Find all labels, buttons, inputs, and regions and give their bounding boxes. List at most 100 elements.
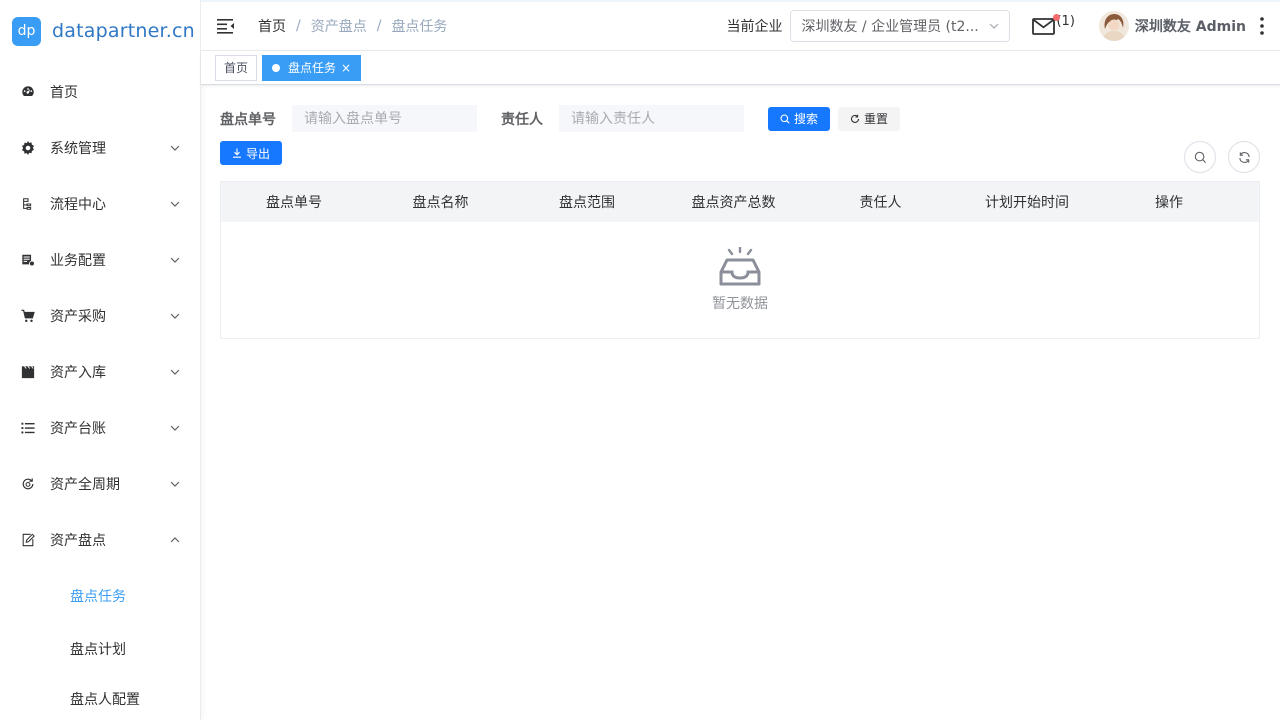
- right-toolbar: [1172, 141, 1260, 173]
- sidebar-subitem-inventory-staff[interactable]: 盘点人配置: [0, 674, 200, 720]
- breadcrumb-inventory: 资产盘点: [310, 19, 367, 35]
- tag-home[interactable]: 首页: [215, 54, 258, 81]
- more-menu-button[interactable]: [1254, 17, 1270, 35]
- download-icon: [233, 148, 241, 158]
- sidebar-item-system[interactable]: 系统管理: [0, 120, 200, 176]
- sidebar-item-purchase[interactable]: 资产采购: [0, 288, 200, 344]
- chevron-down-icon: [170, 201, 180, 207]
- collapse-menu-icon[interactable]: [217, 18, 235, 34]
- main-content: 盘点单号 责任人 搜索 重置 导出: [220, 85, 1260, 339]
- close-icon[interactable]: ×: [341, 61, 351, 75]
- top-header: 首页 / 资产盘点 / 盘点任务 当前企业 深圳数友 / 企业管理员 (t2..…: [201, 0, 1280, 51]
- cart-icon: [20, 309, 35, 324]
- user-menu[interactable]: 深圳数友 Admin: [1098, 11, 1246, 41]
- order-no-input[interactable]: [292, 105, 477, 132]
- column-header: 盘点资产总数: [691, 195, 776, 211]
- table-header: 盘点单号 盘点名称 盘点范围 盘点资产总数 责任人 计划开始时间 操作: [221, 182, 1259, 222]
- sidebar-item-lifecycle[interactable]: 资产全周期: [0, 456, 200, 512]
- sidebar-item-label: 资产盘点: [50, 533, 106, 549]
- search-button-label: 搜索: [794, 112, 819, 126]
- reset-button-label: 重置: [864, 112, 889, 126]
- breadcrumb-separator: /: [296, 18, 301, 34]
- config-icon: [20, 253, 35, 268]
- gear-icon: [20, 141, 35, 156]
- sidebar-subitem-inventory-task[interactable]: 盘点任务: [0, 568, 200, 624]
- sidebar-item-label: 业务配置: [50, 253, 106, 269]
- search-icon: [780, 113, 790, 124]
- column-header: 盘点范围: [559, 195, 615, 211]
- kebab-icon: [1260, 17, 1264, 35]
- breadcrumb-home[interactable]: 首页: [258, 16, 286, 36]
- column-header: 盘点名称: [412, 195, 469, 211]
- sidebar: dp datapartner.cn 首页 系统管理 流程中心 业务配置 资产采购…: [0, 0, 201, 720]
- column-header: 计划开始时间: [985, 195, 1069, 211]
- search-icon: [1194, 151, 1206, 163]
- chevron-down-icon: [170, 313, 180, 319]
- export-button-label: 导出: [246, 146, 271, 161]
- tag-label: 盘点任务: [288, 61, 337, 75]
- breadcrumb-separator: /: [376, 18, 382, 34]
- sidebar-item-business-config[interactable]: 业务配置: [0, 232, 200, 288]
- export-button[interactable]: 导出: [220, 141, 283, 165]
- empty-text: 暂无数据: [712, 296, 768, 312]
- search-button[interactable]: 搜索: [768, 106, 831, 131]
- breadcrumb: 首页 / 资产盘点 / 盘点任务: [258, 16, 447, 36]
- refresh-button[interactable]: [1228, 141, 1260, 173]
- breadcrumb-current: 盘点任务: [391, 19, 448, 35]
- filter-form: 盘点单号 责任人 搜索 重置: [220, 105, 1260, 132]
- order-no-label: 盘点单号: [220, 111, 276, 128]
- chevron-down-icon: [170, 257, 180, 263]
- chevron-up-icon: [170, 537, 180, 543]
- clapperboard-icon: [20, 365, 35, 380]
- tag-label: 首页: [224, 61, 249, 75]
- tag-inventory-task[interactable]: 盘点任务 ×: [262, 54, 362, 81]
- flow-icon: [20, 197, 35, 212]
- sidebar-item-label: 系统管理: [50, 141, 106, 157]
- sidebar-item-ledger[interactable]: 资产台账: [0, 400, 200, 456]
- logo-text: datapartner.cn: [52, 20, 195, 42]
- column-header: 操作: [1155, 195, 1183, 211]
- chevron-down-icon: [170, 145, 180, 151]
- enterprise-label: 当前企业: [726, 19, 783, 35]
- enterprise-select-value: 深圳数友 / 企业管理员 (t2...: [801, 19, 979, 35]
- edit-icon: [20, 533, 35, 548]
- owner-input[interactable]: [559, 105, 744, 132]
- empty-inbox-icon: [719, 247, 761, 286]
- avatar: [1098, 11, 1129, 41]
- app-root: dp datapartner.cn 首页 系统管理 流程中心 业务配置 资产采购…: [0, 0, 1280, 720]
- sidebar-item-flow[interactable]: 流程中心: [0, 176, 200, 232]
- sidebar-item-label: 资产台账: [50, 421, 106, 437]
- toggle-search-button[interactable]: [1184, 141, 1216, 173]
- sidebar-item-label: 资产全周期: [50, 477, 120, 493]
- header-right: 当前企业 深圳数友 / 企业管理员 (t2... (1) 深圳数友 Admin: [726, 2, 1280, 50]
- sidebar-subitem-inventory-plan[interactable]: 盘点计划: [0, 624, 200, 674]
- active-dot-icon: [272, 63, 281, 72]
- sidebar-item-home[interactable]: 首页: [0, 64, 200, 120]
- inventory-task-table: 盘点单号 盘点名称 盘点范围 盘点资产总数 责任人 计划开始时间 操作 暂无数据: [220, 181, 1260, 339]
- chevron-down-icon: [170, 481, 180, 487]
- column-header: 盘点单号: [266, 195, 322, 211]
- sidebar-item-label: 资产采购: [50, 309, 106, 325]
- sidebar-item-label: 流程中心: [50, 197, 106, 213]
- chevron-down-icon: [170, 425, 180, 431]
- sidebar-item-inventory[interactable]: 资产盘点: [0, 512, 200, 568]
- enterprise-select[interactable]: 深圳数友 / 企业管理员 (t2...: [790, 10, 1011, 42]
- logo[interactable]: dp datapartner.cn: [0, 0, 200, 62]
- tags-view: 首页 盘点任务 ×: [201, 51, 1280, 85]
- sidebar-item-label: 资产入库: [50, 365, 106, 381]
- username: 深圳数友 Admin: [1134, 19, 1246, 35]
- refresh-icon: [1238, 151, 1250, 163]
- mail-button[interactable]: (1): [1032, 13, 1075, 35]
- chevron-down-icon: [990, 23, 999, 29]
- reset-button[interactable]: 重置: [838, 106, 901, 131]
- owner-label: 责任人: [501, 111, 543, 128]
- sidebar-item-inbound[interactable]: 资产入库: [0, 344, 200, 400]
- dashboard-icon: [20, 85, 35, 100]
- cycle-icon: [20, 477, 35, 492]
- column-header: 责任人: [859, 195, 902, 211]
- mail-icon: [1032, 17, 1056, 35]
- refresh-icon: [851, 114, 860, 123]
- logo-badge: dp: [12, 16, 41, 46]
- table-toolbar: 导出: [220, 141, 1260, 173]
- sidebar-item-label: 首页: [50, 85, 78, 101]
